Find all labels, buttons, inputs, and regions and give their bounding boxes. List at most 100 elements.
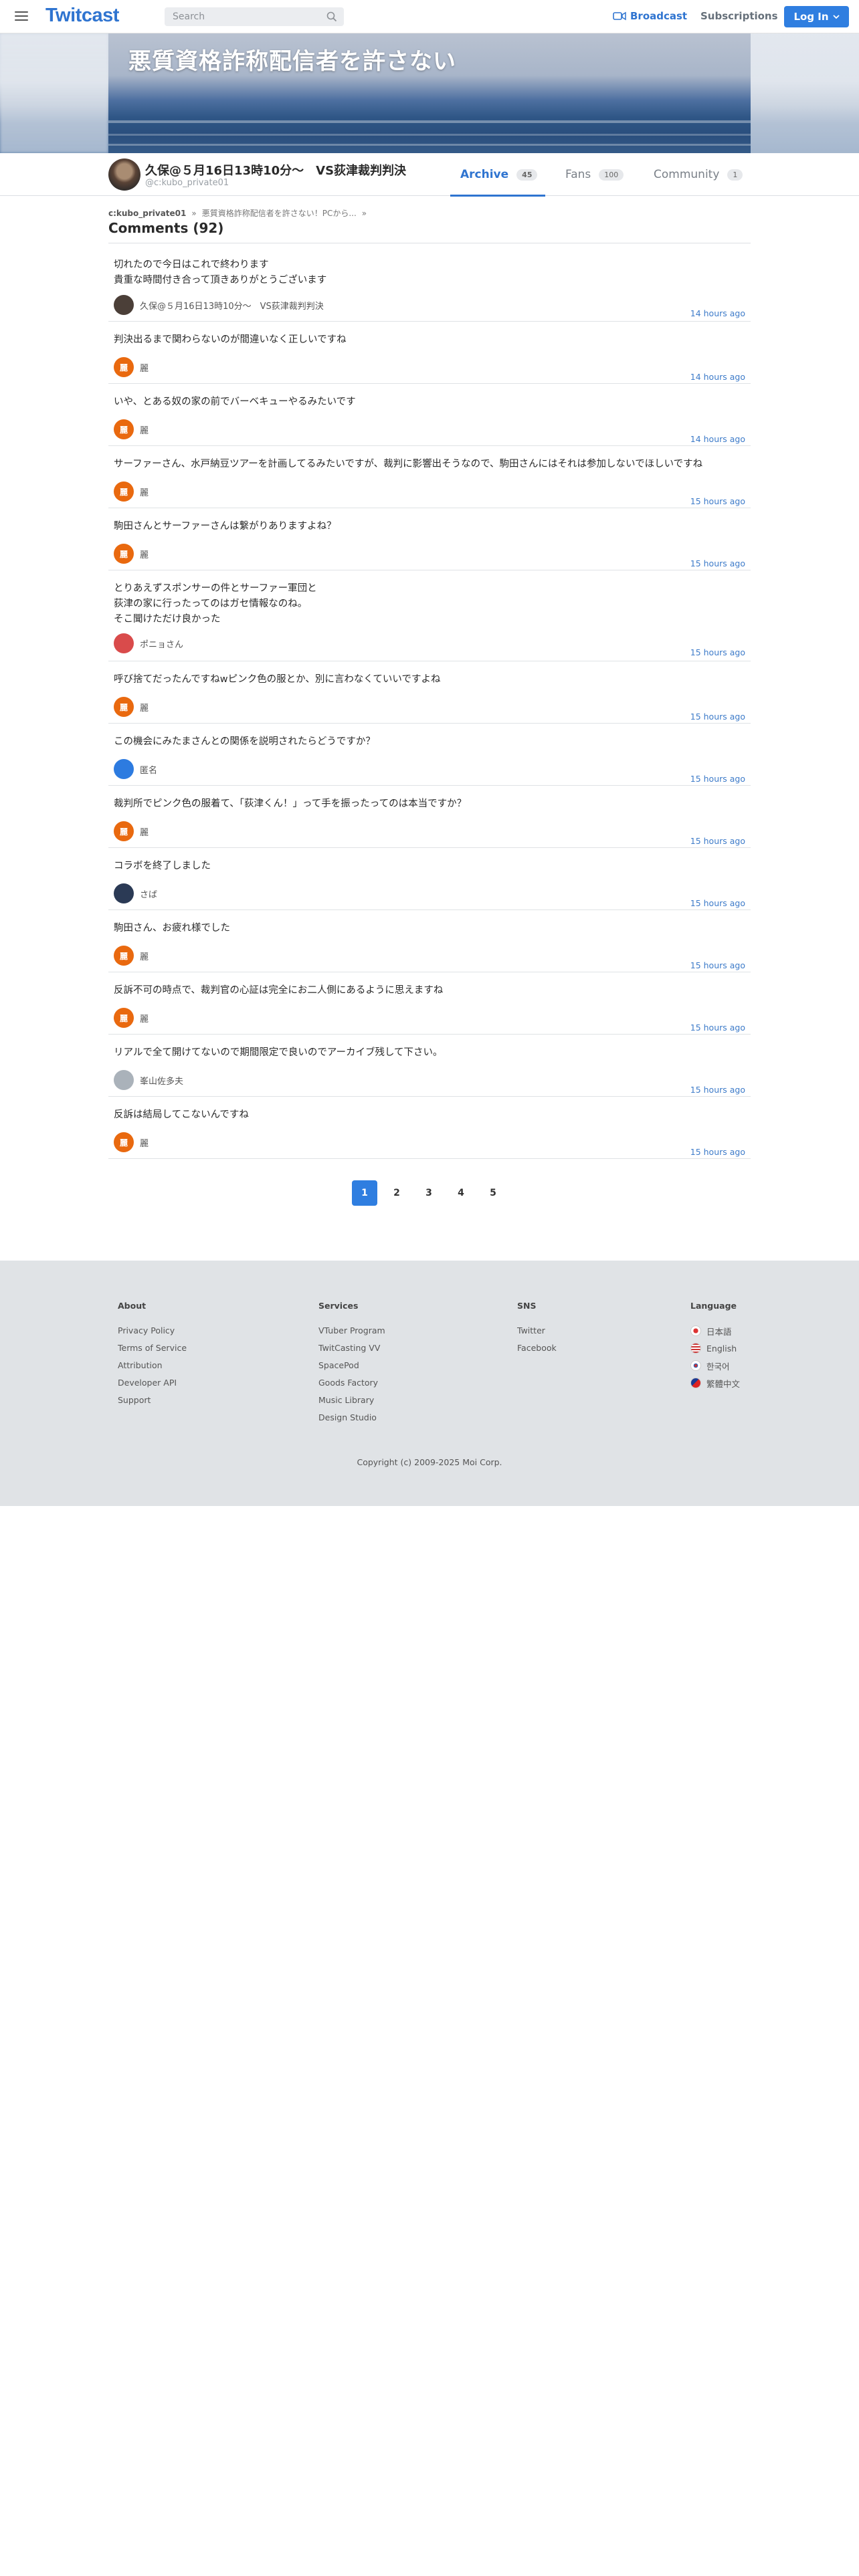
profile-name[interactable]: 久保@５月16日13時10分〜 VS荻津裁判判決 <box>145 161 406 179</box>
comment-avatar[interactable] <box>114 883 134 903</box>
tab-fans[interactable]: Fans 100 <box>565 153 624 196</box>
comment-author[interactable]: 麗麗 <box>114 357 149 377</box>
comment-item: 呼び捨てだったんですねwピンク色の服とか、別に言わなくていいですよね麗麗 15 h… <box>108 661 751 724</box>
comment-avatar[interactable]: 麗 <box>114 419 134 439</box>
footer-sns: SNS Twitter Facebook <box>517 1301 557 1360</box>
comment-timestamp[interactable]: 14 hours ago <box>690 372 745 382</box>
comment-avatar[interactable] <box>114 1070 134 1090</box>
search-box[interactable] <box>165 7 344 26</box>
footer-link[interactable]: Goods Factory <box>318 1378 385 1388</box>
language-option[interactable]: 한국어 <box>690 1360 740 1372</box>
comment-author[interactable]: さば <box>114 883 157 903</box>
comment-avatar[interactable]: 麗 <box>114 821 134 841</box>
tab-archive-label: Archive <box>460 168 509 181</box>
tab-community[interactable]: Community 1 <box>654 153 743 196</box>
comment-avatar[interactable]: 麗 <box>114 697 134 717</box>
comment-author[interactable]: 峯山佐多夫 <box>114 1070 183 1090</box>
comment-author[interactable]: 匿名 <box>114 759 157 779</box>
broadcast-link[interactable]: Broadcast <box>613 10 687 22</box>
comment-item: 駒田さんとサーファーさんは繋がりありますよね？ 麗麗 15 hours ago <box>108 508 751 570</box>
comment-author[interactable]: 麗麗 <box>114 544 149 564</box>
footer-link[interactable]: Privacy Policy <box>118 1325 187 1336</box>
footer-link[interactable]: Attribution <box>118 1360 187 1371</box>
search-input[interactable] <box>165 7 312 26</box>
page-button[interactable]: 3 <box>416 1180 442 1206</box>
footer-link[interactable]: VTuber Program <box>318 1325 385 1336</box>
comment-timestamp[interactable]: 15 hours ago <box>690 1147 745 1157</box>
comment-author[interactable]: 久保@５月16日13時10分〜 VS荻津裁判判決 <box>114 295 324 315</box>
comment-timestamp[interactable]: 14 hours ago <box>690 434 745 444</box>
comment-avatar[interactable]: 麗 <box>114 481 134 502</box>
footer-link[interactable]: Facebook <box>517 1343 557 1354</box>
comment-author[interactable]: 麗麗 <box>114 1132 149 1152</box>
footer-link[interactable]: SpacePod <box>318 1360 385 1371</box>
comment-avatar[interactable] <box>114 759 134 779</box>
footer-link[interactable]: Music Library <box>318 1395 385 1406</box>
comment-author-name[interactable]: 麗 <box>140 486 149 498</box>
search-icon[interactable] <box>326 11 337 22</box>
comment-timestamp[interactable]: 15 hours ago <box>690 1085 745 1095</box>
comment-timestamp[interactable]: 15 hours ago <box>690 774 745 784</box>
page-button[interactable]: 4 <box>448 1180 474 1206</box>
comment-avatar[interactable]: 麗 <box>114 357 134 377</box>
comment-author-name[interactable]: 麗 <box>140 825 149 838</box>
footer-link[interactable]: Developer API <box>118 1378 187 1388</box>
comment-timestamp[interactable]: 14 hours ago <box>690 308 745 318</box>
comment-author[interactable]: ポニョさん <box>114 633 183 653</box>
login-label: Log In <box>793 11 829 23</box>
breadcrumb-title[interactable]: 悪質資格詐称配信者を許さない！PCから... <box>202 207 357 219</box>
footer-link[interactable]: Design Studio <box>318 1412 385 1423</box>
comment-timestamp[interactable]: 15 hours ago <box>690 836 745 846</box>
twitcast-logo[interactable]: Twitcast <box>45 5 119 27</box>
subscriptions-link[interactable]: Subscriptions <box>700 10 778 22</box>
comment-timestamp[interactable]: 15 hours ago <box>690 1023 745 1033</box>
tab-archive[interactable]: Archive 45 <box>450 153 545 197</box>
footer-link[interactable]: Support <box>118 1395 187 1406</box>
breadcrumb-sep: » <box>361 208 367 218</box>
comment-author-name[interactable]: 久保@５月16日13時10分〜 VS荻津裁判判決 <box>140 299 324 312</box>
comment-author-name[interactable]: ポニョさん <box>140 637 183 650</box>
comment-author[interactable]: 麗麗 <box>114 946 149 966</box>
page-button[interactable]: 5 <box>480 1180 506 1206</box>
user-avatar[interactable] <box>108 158 140 191</box>
comment-avatar[interactable]: 麗 <box>114 1132 134 1152</box>
pagination: 1 2 3 4 5 <box>352 1180 506 1206</box>
language-option[interactable]: 繁體中文 <box>690 1378 740 1389</box>
comment-author-name[interactable]: 麗 <box>140 548 149 560</box>
comment-timestamp[interactable]: 15 hours ago <box>690 712 745 722</box>
comment-author-name[interactable]: 麗 <box>140 1012 149 1025</box>
comment-avatar[interactable]: 麗 <box>114 544 134 564</box>
comment-author-name[interactable]: 麗 <box>140 361 149 374</box>
login-button[interactable]: Log In <box>784 6 849 27</box>
comment-timestamp[interactable]: 15 hours ago <box>690 496 745 506</box>
footer-link[interactable]: Twitter <box>517 1325 557 1336</box>
breadcrumb-user[interactable]: c:kubo_private01 <box>108 209 186 218</box>
comment-timestamp[interactable]: 15 hours ago <box>690 647 745 657</box>
comment-author[interactable]: 麗麗 <box>114 821 149 841</box>
comment-author[interactable]: 麗麗 <box>114 1008 149 1028</box>
comment-timestamp[interactable]: 15 hours ago <box>690 898 745 908</box>
comment-avatar[interactable]: 麗 <box>114 946 134 966</box>
comment-author-name[interactable]: さば <box>140 887 157 900</box>
comment-author[interactable]: 麗麗 <box>114 481 149 502</box>
comment-author[interactable]: 麗麗 <box>114 697 149 717</box>
comment-author-name[interactable]: 麗 <box>140 1136 149 1149</box>
comment-avatar[interactable] <box>114 633 134 653</box>
hamburger-menu-icon[interactable] <box>13 9 29 25</box>
language-option[interactable]: 日本語 <box>690 1325 740 1337</box>
footer-link[interactable]: TwitCasting VV <box>318 1343 385 1354</box>
comment-avatar[interactable] <box>114 295 134 315</box>
page-button[interactable]: 2 <box>384 1180 409 1206</box>
comment-author[interactable]: 麗麗 <box>114 419 149 439</box>
comment-author-name[interactable]: 麗 <box>140 950 149 962</box>
comment-author-name[interactable]: 麗 <box>140 701 149 714</box>
comment-timestamp[interactable]: 15 hours ago <box>690 558 745 568</box>
comment-author-name[interactable]: 麗 <box>140 423 149 436</box>
page-button[interactable]: 1 <box>352 1180 377 1206</box>
comment-timestamp[interactable]: 15 hours ago <box>690 960 745 970</box>
comment-avatar[interactable]: 麗 <box>114 1008 134 1028</box>
language-option[interactable]: English <box>690 1343 740 1354</box>
footer-link[interactable]: Terms of Service <box>118 1343 187 1354</box>
comment-author-name[interactable]: 匿名 <box>140 763 157 776</box>
comment-author-name[interactable]: 峯山佐多夫 <box>140 1074 183 1087</box>
